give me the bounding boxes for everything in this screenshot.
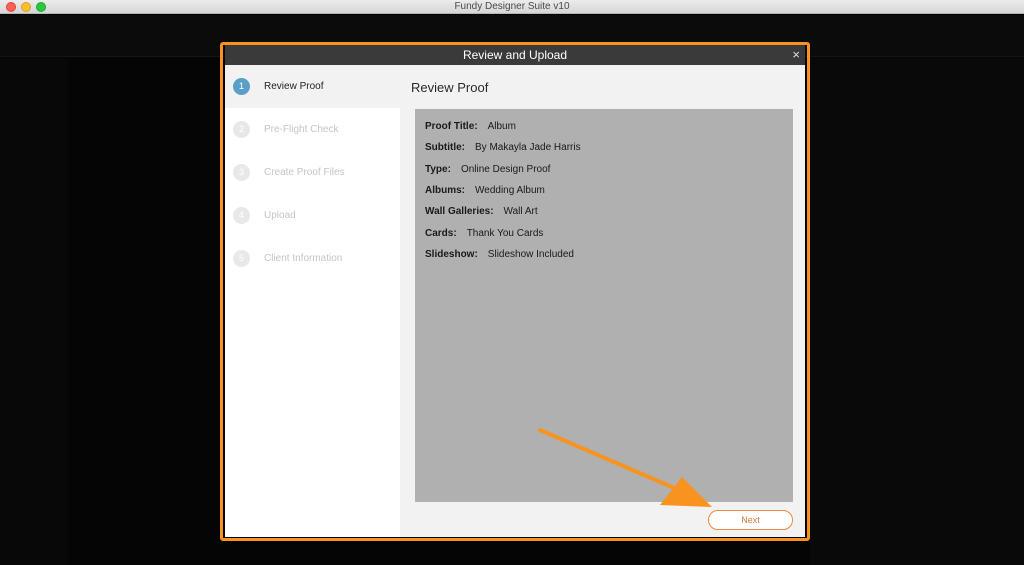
proof-row-cards: Cards: Thank You Cards bbox=[425, 228, 543, 239]
proof-value: Album bbox=[487, 121, 516, 132]
step-client-information[interactable]: 5 Client Information bbox=[225, 237, 400, 280]
step-number-badge: 5 bbox=[233, 250, 250, 267]
window-title: Fundy Designer Suite v10 bbox=[454, 1, 570, 12]
step-number-badge: 1 bbox=[233, 78, 250, 95]
step-pre-flight-check[interactable]: 2 Pre-Flight Check bbox=[225, 108, 400, 151]
proof-key: Slideshow: bbox=[425, 249, 478, 260]
step-label: Client Information bbox=[264, 253, 343, 264]
step-label: Create Proof Files bbox=[264, 167, 345, 178]
main-section-title: Review Proof bbox=[411, 80, 489, 95]
steps-sidebar: 1 Review Proof 2 Pre-Flight Check 3 Crea… bbox=[225, 65, 400, 537]
step-label: Pre-Flight Check bbox=[264, 124, 339, 135]
proof-row-title: Proof Title: Album bbox=[425, 121, 516, 132]
step-number-badge: 4 bbox=[233, 207, 250, 224]
proof-key: Cards: bbox=[425, 228, 457, 239]
proof-key: Type: bbox=[425, 164, 451, 175]
step-create-proof-files[interactable]: 3 Create Proof Files bbox=[225, 151, 400, 194]
proof-key: Proof Title: bbox=[425, 121, 478, 132]
step-upload[interactable]: 4 Upload bbox=[225, 194, 400, 237]
proof-key: Albums: bbox=[425, 185, 465, 196]
step-label: Upload bbox=[264, 210, 296, 221]
proof-key: Subtitle: bbox=[425, 142, 465, 153]
next-button[interactable]: Next bbox=[708, 510, 793, 530]
window-titlebar: Fundy Designer Suite v10 bbox=[0, 0, 1024, 14]
dialog-header: Review and Upload × bbox=[225, 45, 805, 65]
app-right-panel-dimmed bbox=[810, 58, 1024, 565]
proof-value: Wall Art bbox=[503, 206, 538, 217]
proof-row-type: Type: Online Design Proof bbox=[425, 164, 550, 175]
proof-summary-panel: Proof Title: Album Subtitle: By Makayla Ja… bbox=[415, 109, 793, 502]
proof-value: By Makayla Jade Harris bbox=[475, 142, 581, 153]
proof-value: Wedding Album bbox=[475, 185, 545, 196]
proof-value: Slideshow Included bbox=[487, 249, 574, 260]
review-upload-dialog: Review and Upload × 1 Review Proof 2 Pre… bbox=[225, 45, 805, 537]
proof-row-slideshow: Slideshow: Slideshow Included bbox=[425, 249, 574, 260]
proof-value: Online Design Proof bbox=[460, 164, 551, 175]
dialog-title: Review and Upload bbox=[462, 48, 568, 62]
step-review-proof[interactable]: 1 Review Proof bbox=[225, 65, 400, 108]
step-number-badge: 3 bbox=[233, 164, 250, 181]
dialog-close-icon[interactable]: × bbox=[792, 45, 800, 65]
proof-key: Wall Galleries: bbox=[425, 206, 494, 217]
proof-row-subtitle: Subtitle: By Makayla Jade Harris bbox=[425, 142, 581, 153]
step-label: Review Proof bbox=[264, 81, 324, 92]
step-number-badge: 2 bbox=[233, 121, 250, 138]
app-left-panel-dimmed bbox=[0, 58, 68, 565]
proof-value: Thank You Cards bbox=[466, 228, 544, 239]
proof-row-wall-galleries: Wall Galleries: Wall Art bbox=[425, 206, 538, 217]
proof-row-albums: Albums: Wedding Album bbox=[425, 185, 545, 196]
